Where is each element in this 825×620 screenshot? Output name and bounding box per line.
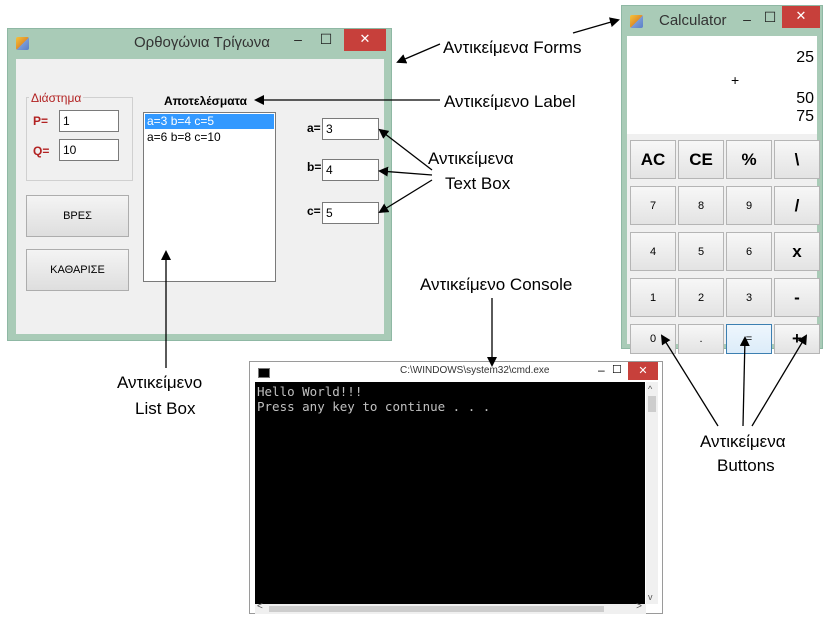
p-label: P= <box>33 114 49 128</box>
results-label: Αποτελέσματα <box>164 94 247 108</box>
calc-button-multiply[interactable]: x <box>774 232 820 271</box>
maximize-button[interactable]: ☐ <box>762 6 778 28</box>
calc-button-decimal[interactable]: . <box>678 324 724 354</box>
calc-button-percent[interactable]: % <box>726 140 772 179</box>
annotation-buttons-1: Αντικείμενα <box>700 432 786 451</box>
scroll-left-icon[interactable]: < <box>257 601 263 612</box>
annotation-console: Αντικείμενο Console <box>420 275 573 294</box>
forms-titlebar: Ορθογώνια Τρίγωνα – ☐ ✕ <box>8 29 391 57</box>
calc-button-equals[interactable]: = <box>726 324 772 354</box>
calc-button-6[interactable]: 6 <box>726 232 772 271</box>
annotation-textbox-2: Text Box <box>445 174 511 193</box>
calc-button-1[interactable]: 1 <box>630 278 676 317</box>
find-button[interactable]: ΒΡΕΣ <box>26 195 129 237</box>
console-icon <box>258 368 270 378</box>
calc-button-2[interactable]: 2 <box>678 278 724 317</box>
b-input[interactable]: 4 <box>322 159 379 181</box>
calc-button-3[interactable]: 3 <box>726 278 772 317</box>
annotation-label: Αντικείμενο Label <box>444 92 576 111</box>
scroll-thumb-h[interactable] <box>269 606 604 612</box>
forms-window: Ορθογώνια Τρίγωνα – ☐ ✕ Διάστημα P= 1 Q=… <box>7 28 392 341</box>
maximize-button[interactable]: ☐ <box>612 363 622 376</box>
b-label: b= <box>307 160 322 174</box>
console-line: Hello World!!! <box>257 384 363 399</box>
annotation-listbox-1: Αντικείμενο <box>117 373 203 392</box>
calculator-window: Calculator – ☐ ✕ 25 + 50 75 AC CE% \ 7 8 9/4 5… <box>621 5 823 354</box>
scroll-right-icon[interactable]: > <box>636 601 642 612</box>
list-item[interactable]: a=3 b=4 c=5 <box>145 114 274 129</box>
calc-button-ac[interactable]: AC <box>630 140 676 179</box>
minimize-button[interactable]: – <box>288 29 308 51</box>
maximize-button[interactable]: ☐ <box>316 29 336 51</box>
list-item[interactable]: a=6 b=8 c=10 <box>145 130 274 145</box>
close-button[interactable]: ✕ <box>628 362 658 380</box>
annotation-listbox-2: List Box <box>135 399 196 418</box>
arrow-forms-to-form <box>396 43 441 64</box>
q-input[interactable]: 10 <box>59 139 119 161</box>
console-line: Press any key to continue . . . <box>257 399 491 414</box>
scroll-up-icon[interactable]: ^ <box>648 384 652 394</box>
forms-title: Ορθογώνια Τρίγωνα <box>134 34 270 51</box>
scroll-down-icon[interactable]: v <box>648 592 653 602</box>
c-label: c= <box>307 204 321 218</box>
annotation-forms: Αντικείμενα Forms <box>443 38 582 57</box>
clear-button[interactable]: ΚΑΘΑΡΙΣΕ <box>26 249 129 291</box>
close-button[interactable]: ✕ <box>782 6 820 28</box>
calc-button-7[interactable]: 7 <box>630 186 676 225</box>
calculator-client-area: 25 + 50 75 AC CE% \ 7 8 9/4 5 6 x 1 2 3-0. = + <box>627 36 820 354</box>
p-input[interactable]: 1 <box>59 110 119 132</box>
minimize-button[interactable]: – <box>739 6 755 28</box>
results-listbox[interactable]: a=3 b=4 c=5 a=6 b=8 c=10 <box>143 112 276 282</box>
calc-button-backslash[interactable]: \ <box>774 140 820 179</box>
a-label: a= <box>307 121 321 135</box>
q-label: Q= <box>33 144 50 158</box>
calculator-titlebar: Calculator – ☐ ✕ <box>622 6 822 34</box>
calculator-keypad: AC CE% \ 7 8 9/ 4 5 6 x 1 2 3- 0. = + <box>627 36 820 354</box>
calc-button-0[interactable]: 0 <box>630 324 676 354</box>
annotation-buttons-2: Buttons <box>717 456 775 475</box>
calc-button-8[interactable]: 8 <box>678 186 724 225</box>
app-icon <box>16 37 29 50</box>
horizontal-scrollbar[interactable]: < > <box>255 601 646 614</box>
console-output: Hello World!!! Press any key to continue… <box>255 382 645 604</box>
calc-button-5[interactable]: 5 <box>678 232 724 271</box>
calc-button-9[interactable]: 9 <box>726 186 772 225</box>
group-label: Διάστημα <box>29 91 84 105</box>
close-button[interactable]: ✕ <box>344 29 386 51</box>
console-window: C:\WINDOWS\system32\cmd.exe – ☐ ✕ Hello … <box>249 361 663 614</box>
forms-client-area: Διάστημα P= 1 Q= 10 Αποτελέσματα a=3 b=4… <box>16 59 384 334</box>
a-input[interactable]: 3 <box>322 118 379 140</box>
c-input[interactable]: 5 <box>322 202 379 224</box>
app-icon <box>630 15 643 28</box>
calc-button-plus[interactable]: + <box>774 324 820 354</box>
vertical-scrollbar[interactable]: ^ v <box>646 382 658 604</box>
calc-button-4[interactable]: 4 <box>630 232 676 271</box>
calculator-title: Calculator <box>659 12 727 29</box>
scroll-thumb[interactable] <box>648 396 656 412</box>
console-titlebar: C:\WINDOWS\system32\cmd.exe – ☐ ✕ <box>250 362 662 382</box>
arrow-forms-to-calculator <box>572 17 620 34</box>
annotation-textbox-1: Αντικείμενα <box>428 149 514 168</box>
calc-button-divide[interactable]: / <box>774 186 820 225</box>
calc-button-minus[interactable]: - <box>774 278 820 317</box>
minimize-button[interactable]: – <box>598 363 605 377</box>
calc-button-ce[interactable]: CE <box>678 140 724 179</box>
console-title: C:\WINDOWS\system32\cmd.exe <box>400 365 550 376</box>
